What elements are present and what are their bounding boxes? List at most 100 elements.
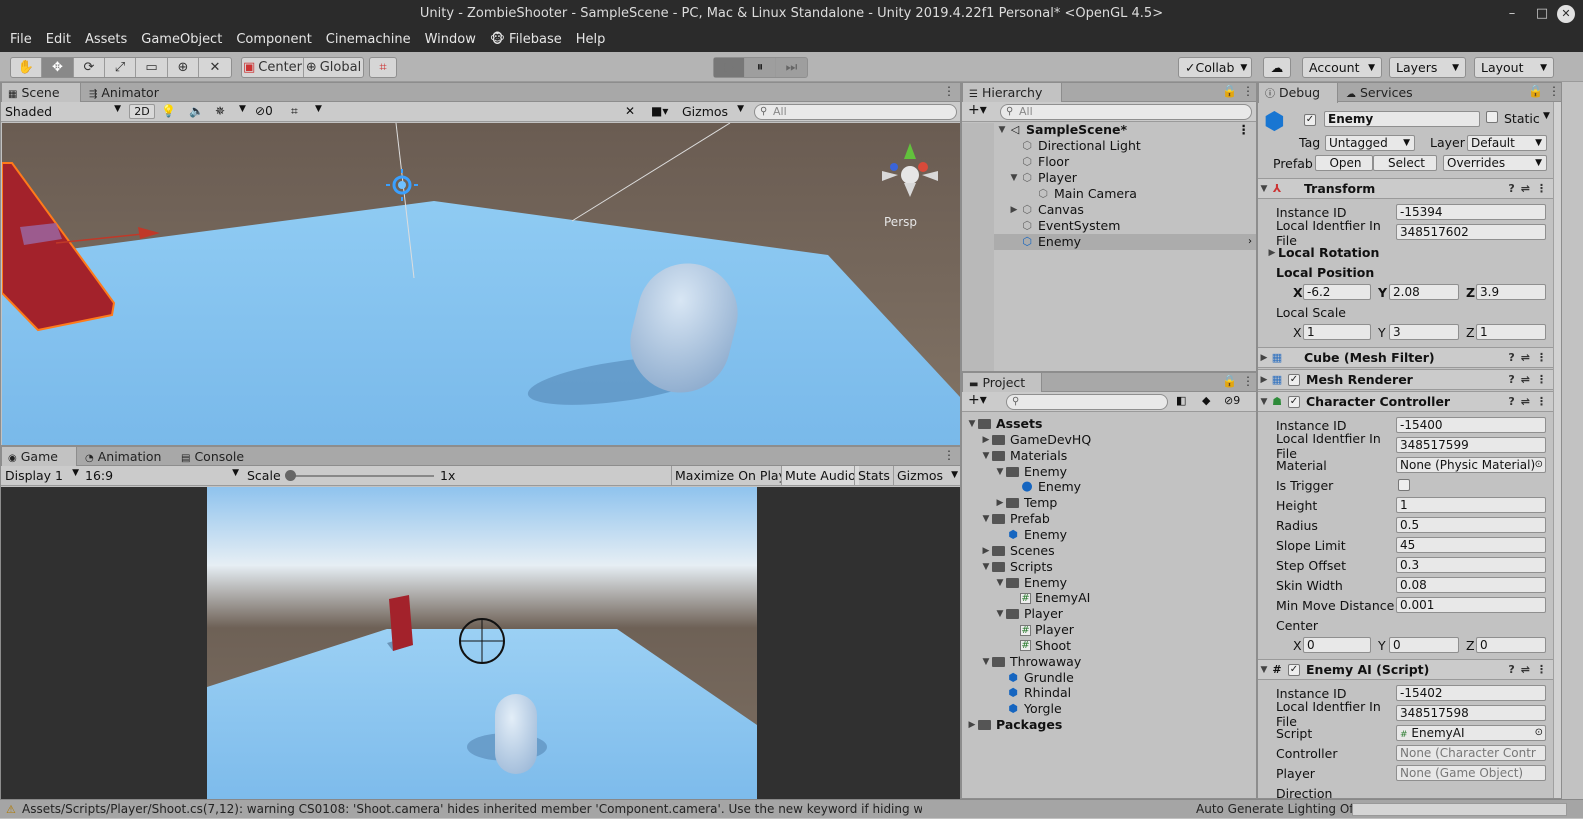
component-controls[interactable]: ?⇌⋮ <box>1508 395 1553 408</box>
tab-animation[interactable]: ◔ Animation <box>79 447 169 466</box>
project-item[interactable]: ⬢ Yorgle <box>966 701 1254 717</box>
pos-z-field[interactable]: 3.9 <box>1476 284 1546 300</box>
cc-local-id-field[interactable]: 348517599 <box>1396 437 1546 453</box>
add-icon[interactable]: +▾ <box>968 102 987 118</box>
hierarchy-item[interactable]: ⬡ Floor <box>994 154 1256 170</box>
grid-toggle-icon[interactable]: ⌗ <box>291 104 298 119</box>
filter-type-icon[interactable]: ◧ <box>1176 394 1186 407</box>
tree-toggle-icon[interactable]: ▼ <box>980 448 992 464</box>
kebab-icon[interactable]: ⋮ <box>1548 84 1560 98</box>
hierarchy-item[interactable]: ⬡ Enemy › <box>994 234 1256 250</box>
game-gizmos-dropdown[interactable]: Gizmos ▼ <box>893 466 961 485</box>
hand-tool-icon[interactable]: ✋ <box>11 58 42 77</box>
aspect-dropdown[interactable]: 16:9 ▼ <box>85 468 239 483</box>
mesh-renderer-component-header[interactable]: ▶ ▦ ✓ Mesh Renderer ?⇌⋮ <box>1258 369 1561 390</box>
object-name-input[interactable]: Enemy <box>1324 111 1480 127</box>
check-icon[interactable]: ✓ <box>1288 395 1300 408</box>
effects-toggle-icon[interactable]: ✵ <box>215 104 225 118</box>
cc-material-field[interactable]: None (Physic Material) ⊙ <box>1396 457 1546 473</box>
project-item[interactable]: ▼ Player <box>966 606 1254 622</box>
maximize-on-play-toggle[interactable]: Maximize On Play <box>671 466 789 485</box>
component-controls[interactable]: ?⇌⋮ <box>1508 373 1553 386</box>
check-icon[interactable]: ✓ <box>1288 373 1300 386</box>
center-y-field[interactable]: 0 <box>1389 637 1459 653</box>
display-dropdown[interactable]: Display 1 ▼ <box>5 468 79 483</box>
height-field[interactable]: 1 <box>1396 497 1546 513</box>
tree-toggle-icon[interactable]: ▼ <box>966 416 978 432</box>
component-controls[interactable]: ?⇌⋮ <box>1508 351 1553 364</box>
move-tool-icon[interactable]: ✥ <box>42 58 74 77</box>
menu-cinemachine[interactable]: Cinemachine <box>319 27 418 52</box>
menu-assets[interactable]: Assets <box>78 27 134 52</box>
ai-player-field[interactable]: None (Game Object) <box>1396 765 1546 781</box>
transform-local-id-field[interactable]: 348517602 <box>1396 224 1546 240</box>
object-picker-icon[interactable]: ⊙ <box>1535 458 1543 472</box>
custom-tool-icon[interactable]: ✕ <box>199 58 231 77</box>
cloud-button[interactable]: ☁ <box>1263 57 1291 78</box>
rect-tool-icon[interactable]: ▭ <box>136 58 168 77</box>
project-item[interactable]: ▼ Enemy <box>966 464 1254 480</box>
rotate-tool-icon[interactable]: ⟳ <box>74 58 105 77</box>
layers-dropdown[interactable]: Layers ▼ <box>1389 57 1466 78</box>
kebab-icon[interactable]: ⋮ <box>1242 84 1254 98</box>
prefab-overrides-dropdown[interactable]: Overrides ▼ <box>1443 155 1547 171</box>
caret-down-icon[interactable]: ▼ <box>239 104 246 114</box>
console-last-message[interactable]: Assets/Scripts/Player/Shoot.cs(7,12): wa… <box>22 800 922 819</box>
local-rotation-row[interactable]: ▶ Local Rotation <box>1266 243 1549 262</box>
tree-toggle-icon[interactable]: ▼ <box>980 511 992 527</box>
project-item[interactable]: ⬢ Enemy <box>966 527 1254 543</box>
menu-filebase[interactable]: 🐵 Filebase <box>483 27 569 52</box>
project-item[interactable]: ▶ Scenes <box>966 543 1254 559</box>
tab-project[interactable]: ▬ Project <box>962 373 1042 393</box>
mode-2d-toggle[interactable]: 2D <box>129 104 155 119</box>
caret-down-icon[interactable]: ▼ <box>315 104 322 114</box>
tree-toggle-icon[interactable]: ▼ <box>994 606 1006 622</box>
project-item[interactable]: ▼ Scripts <box>966 559 1254 575</box>
project-item[interactable]: ▼ Assets <box>966 416 1254 432</box>
tree-toggle-icon[interactable]: ▼ <box>994 575 1006 591</box>
scene-search-input[interactable]: ⚲ All <box>754 104 957 120</box>
enemy-ai-component-header[interactable]: ▼ # ✓ Enemy AI (Script) ?⇌⋮ <box>1258 659 1561 680</box>
tree-toggle-icon[interactable]: ▶ <box>994 495 1006 511</box>
menu-component[interactable]: Component <box>229 27 318 52</box>
project-search-input[interactable]: ⚲ <box>1006 394 1168 410</box>
project-item[interactable]: ▶ Packages <box>966 717 1254 733</box>
ai-script-field[interactable]: # EnemyAI ⊙ <box>1396 725 1546 741</box>
menu-gameobject[interactable]: GameObject <box>134 27 229 52</box>
account-dropdown[interactable]: Account ▼ <box>1302 57 1382 78</box>
scale-slider-handle[interactable] <box>285 470 296 481</box>
kebab-icon[interactable]: ⋮ <box>943 448 955 462</box>
tree-toggle-icon[interactable]: ▼ <box>980 654 992 670</box>
skin-width-field[interactable]: 0.08 <box>1396 577 1546 593</box>
tree-toggle-icon[interactable]: ▶ <box>1008 202 1020 218</box>
pause-button[interactable]: ⏸ <box>745 58 776 77</box>
tree-toggle-icon[interactable]: ▼ <box>994 464 1006 480</box>
tree-toggle-icon[interactable]: ▼ <box>980 559 992 575</box>
close-icon[interactable]: ✕ <box>1557 4 1575 23</box>
hierarchy-item[interactable]: ⬡ EventSystem <box>994 218 1256 234</box>
project-item[interactable]: ⬢ Rhindal <box>966 685 1254 701</box>
project-item[interactable]: ▼ Materials <box>966 448 1254 464</box>
audio-toggle-icon[interactable]: 🔈 <box>189 104 204 118</box>
play-button[interactable]: ▶ <box>714 58 745 77</box>
step-offset-field[interactable]: 0.3 <box>1396 557 1546 573</box>
stats-toggle[interactable]: Stats <box>854 466 893 485</box>
project-item[interactable]: # Player <box>966 622 1254 638</box>
hidden-packages-toggle[interactable]: ⊘9 <box>1224 394 1240 407</box>
tree-toggle-icon[interactable]: ▶ <box>980 432 992 448</box>
prefab-select-button[interactable]: Select <box>1373 155 1437 171</box>
layout-dropdown[interactable]: Layout ▼ <box>1474 57 1554 78</box>
tab-scene[interactable]: ▦ Scene <box>1 83 81 103</box>
scene-viewport[interactable]: Persp <box>2 123 960 445</box>
lighting-toggle-icon[interactable]: 💡 <box>161 104 176 118</box>
kebab-icon[interactable]: ⋮ <box>1238 122 1251 138</box>
hidden-objects-toggle[interactable]: ⊘0 <box>255 104 273 118</box>
maximize-icon[interactable]: □ <box>1527 6 1557 21</box>
hierarchy-item[interactable]: ▶ ⬡ Canvas <box>994 202 1256 218</box>
layer-dropdown[interactable]: Default ▼ <box>1467 135 1547 151</box>
tab-animator[interactable]: ⇶ Animator <box>83 83 167 102</box>
step-button[interactable]: ⏭ <box>776 58 807 77</box>
tree-toggle-icon[interactable]: ▶ <box>980 543 992 559</box>
pos-y-field[interactable]: 2.08 <box>1389 284 1459 300</box>
hierarchy-item[interactable]: ⬡ Main Camera <box>994 186 1256 202</box>
